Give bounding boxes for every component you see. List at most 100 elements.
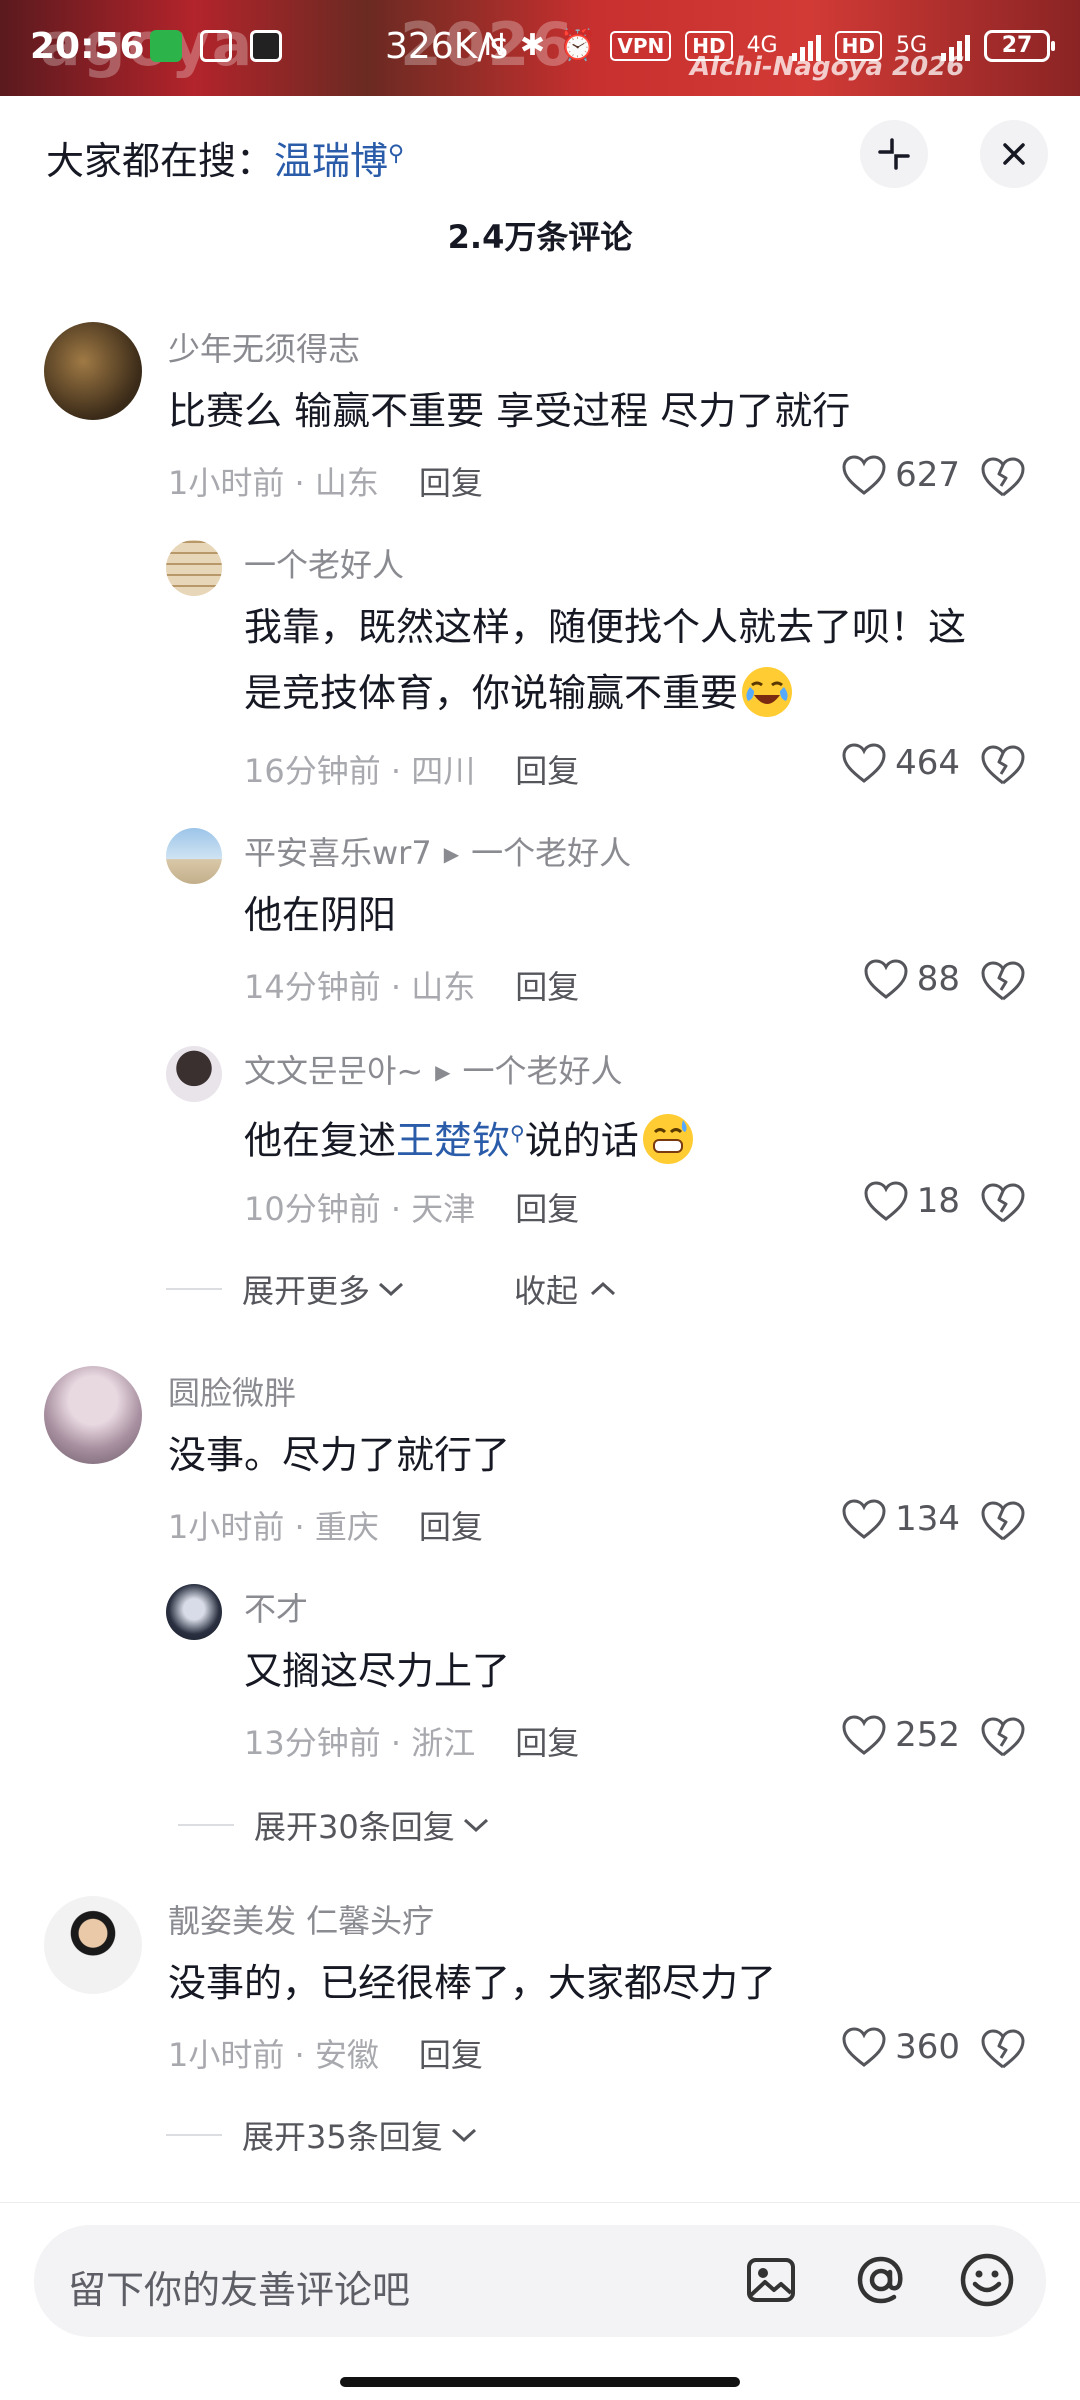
comment-location: 天津 (411, 1190, 476, 1228)
vpn-icon: VPN (610, 30, 672, 61)
reply-to-user[interactable]: 一个老好人 (471, 834, 631, 872)
reply-arrow-icon: ▶ (435, 1060, 451, 1084)
like-count: 252 (895, 1715, 960, 1755)
reply-button[interactable]: 回复 (419, 464, 483, 502)
dislike-button[interactable] (980, 456, 1026, 502)
comment-location: 山东 (411, 968, 476, 1006)
like-button[interactable]: 88 (863, 958, 960, 1000)
comment-meta: 1小时前 · 安徽 回复 (168, 2036, 483, 2074)
reply-button[interactable]: 回复 (515, 1190, 579, 1228)
comment-text-after: 说的话 (524, 1118, 639, 1163)
avatar[interactable] (44, 322, 142, 420)
comment-username[interactable]: 靓姿美发 仁馨头疗 (168, 1896, 434, 1942)
battery-icon: 27 (984, 29, 1055, 62)
like-count: 464 (895, 743, 960, 783)
avatar[interactable] (166, 828, 222, 884)
network-4g-label: 4G (746, 33, 778, 58)
network-5g-label: 5G (895, 33, 927, 58)
comment-meta: 1小时前 · 山东 回复 (168, 464, 483, 502)
comment-meta: 14分钟前 · 山东 回复 (244, 968, 580, 1006)
avatar[interactable] (44, 1366, 142, 1464)
broken-heart-icon (981, 457, 1025, 497)
heart-icon (842, 743, 886, 783)
reply-button[interactable]: 回复 (515, 752, 579, 790)
dislike-button[interactable] (980, 1500, 1026, 1546)
smiley-icon (960, 2253, 1014, 2307)
reply-author[interactable]: 文文문문아~ (244, 1052, 423, 1090)
like-button[interactable]: 464 (841, 742, 960, 784)
like-button[interactable]: 18 (863, 1180, 960, 1222)
heart-icon (842, 455, 886, 495)
comment-username[interactable]: 一个老好人 (244, 540, 404, 586)
dislike-button[interactable] (980, 1716, 1026, 1762)
avatar[interactable] (166, 1046, 222, 1102)
comment-meta: 16分钟前 · 四川 回复 (244, 752, 580, 790)
image-button[interactable] (738, 2247, 804, 2313)
avatar[interactable] (166, 1584, 222, 1640)
reply-button[interactable]: 回复 (515, 1724, 579, 1762)
reply-button[interactable]: 回复 (515, 968, 579, 1006)
signal2-icon (941, 31, 970, 61)
avatar[interactable] (44, 1896, 142, 1994)
expand-more-label: 展开更多 (242, 1272, 371, 1310)
comment-input-bar: 留下你的友善评论吧 (0, 2202, 1080, 2400)
avatar[interactable] (166, 540, 222, 596)
close-button[interactable] (980, 120, 1048, 188)
trending-search-prefix: 大家都在搜： (46, 139, 275, 183)
trending-search-keyword[interactable]: 温瑞博 (274, 139, 388, 183)
expand-more-button[interactable]: 展开更多 (166, 1266, 406, 1312)
dislike-button[interactable] (980, 960, 1026, 1006)
reply-author[interactable]: 平安喜乐wr7 (244, 834, 432, 872)
heart-icon (864, 959, 908, 999)
collapse-icon (878, 138, 910, 170)
broken-heart-icon (981, 961, 1025, 1001)
alarm-icon: ⏰ (558, 28, 597, 63)
like-button[interactable]: 627 (841, 454, 960, 496)
trending-search[interactable]: 大家都在搜：温瑞博⚲ (46, 130, 404, 185)
comment-text: 没事。尽力了就行了 (168, 1433, 511, 1477)
expand-replies-button[interactable]: 展开35条回复 (166, 2112, 479, 2158)
reply-button[interactable]: 回复 (419, 1508, 483, 1546)
shield-app-icon (150, 30, 182, 62)
expand-replies-label: 展开30条回复 (254, 1808, 455, 1846)
chevron-up-icon (591, 1281, 616, 1296)
comment-text: 没事的，已经很棒了，大家都尽力了 (168, 1961, 777, 2005)
comment-location: 安徽 (314, 2036, 379, 2074)
comment-text: 他在复述王楚钦⚲说的话 (244, 1100, 693, 1174)
reply-to-user[interactable]: 一个老好人 (463, 1052, 623, 1090)
divider (166, 2134, 222, 2136)
comment-username[interactable]: 少年无须得志 (168, 324, 360, 370)
minimize-button[interactable] (860, 120, 928, 188)
status-bar: agoya 2026 Aichi-Nagoya 2026 20:56 326K/… (0, 0, 1080, 96)
expand-replies-button[interactable]: 展开30条回复 (178, 1802, 491, 1848)
comment-username[interactable]: 圆脸微胖 (168, 1368, 296, 1414)
nfc-icon: N (483, 28, 506, 63)
like-button[interactable]: 252 (841, 1714, 960, 1756)
emoji-button[interactable] (954, 2247, 1020, 2313)
collapse-button[interactable]: 收起 (514, 1266, 618, 1312)
heart-icon (864, 1181, 908, 1221)
home-indicator[interactable] (340, 2377, 740, 2387)
comment-username[interactable]: 平安喜乐wr7 ▶ 一个老好人 (244, 828, 631, 874)
hd2-icon: HD (834, 30, 882, 61)
comment-username[interactable]: 文文문문아~ ▶ 一个老好人 (244, 1046, 623, 1092)
comment-input[interactable]: 留下你的友善评论吧 (34, 2225, 1046, 2337)
broken-heart-icon (981, 1183, 1025, 1223)
chevron-down-icon (451, 2128, 476, 2143)
like-count: 18 (916, 1181, 960, 1221)
broken-heart-icon (981, 1717, 1025, 1757)
comments-sheet: 大家都在搜：温瑞博⚲ 2.4万条评论 少年无须得志 比赛么 输赢不重要 享受过程… (0, 96, 1080, 2400)
divider (178, 1824, 234, 1826)
reply-button[interactable]: 回复 (419, 2036, 483, 2074)
like-button[interactable]: 134 (841, 1498, 960, 1540)
comment-keyword-link[interactable]: 王楚钦 (396, 1119, 510, 1163)
mention-button[interactable] (848, 2247, 914, 2313)
dislike-button[interactable] (980, 744, 1026, 790)
dislike-button[interactable] (980, 2028, 1026, 2074)
image-icon (747, 2258, 795, 2302)
reply-arrow-icon: ▶ (443, 842, 460, 866)
comment-username[interactable]: 不才 (244, 1584, 308, 1630)
like-button[interactable]: 360 (841, 2026, 960, 2068)
dislike-button[interactable] (980, 1182, 1026, 1228)
laugh-cry-emoji-icon (742, 666, 793, 717)
